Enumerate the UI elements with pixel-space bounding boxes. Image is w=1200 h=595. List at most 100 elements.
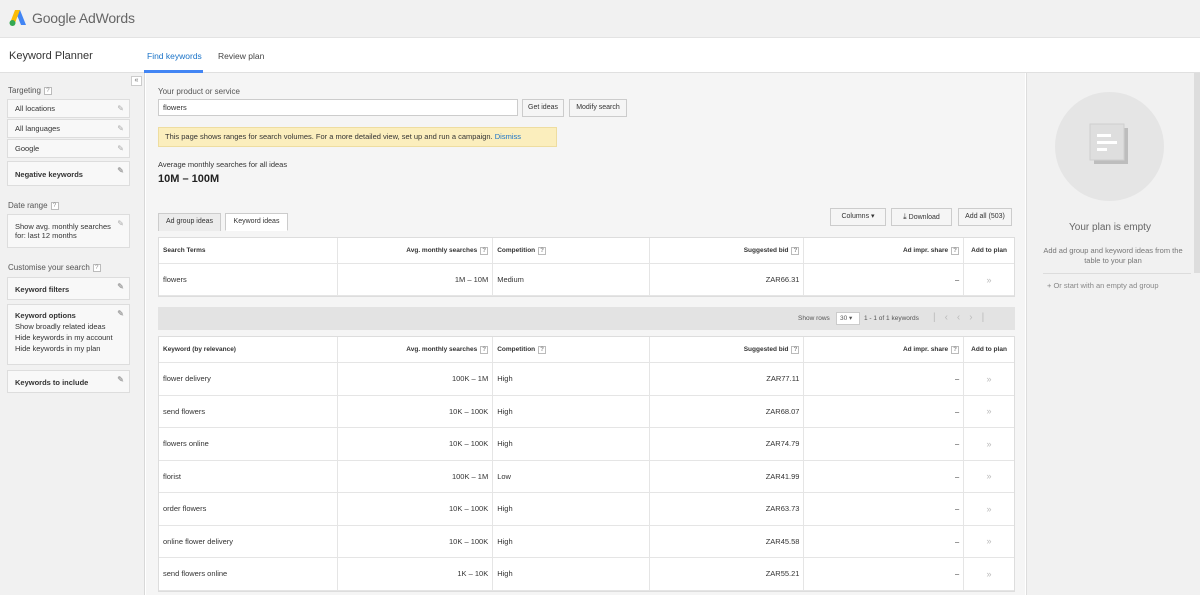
col-suggested-bid[interactable]: Suggested bid? <box>650 238 805 263</box>
tab-keyword-ideas[interactable]: Keyword ideas <box>225 213 288 231</box>
impr-share-cell: – <box>804 525 965 557</box>
col-competition[interactable]: Competition? <box>493 337 650 362</box>
chevron-right-icon: » <box>986 406 992 417</box>
col-competition-label: Competition <box>497 346 536 353</box>
product-label: Your product or service <box>158 87 240 96</box>
col-avg-searches[interactable]: Avg. monthly searches? <box>338 238 494 263</box>
download-button[interactable]: ⤓ Download <box>891 208 952 226</box>
help-icon[interactable]: ? <box>951 246 960 255</box>
col-avg-searches[interactable]: Avg. monthly searches? <box>338 337 494 362</box>
col-suggested-bid[interactable]: Suggested bid? <box>650 337 805 362</box>
chevron-right-icon: » <box>986 471 992 482</box>
avg-searches-cell: 1K – 10K <box>338 558 494 590</box>
notice-text: This page shows ranges for search volume… <box>165 132 493 141</box>
chevron-right-icon: » <box>986 274 992 285</box>
col-add-to-plan: Add to plan <box>971 346 1007 353</box>
rows-per-page-select[interactable]: 30 ▾ <box>836 312 860 325</box>
avg-searches-label: Average monthly searches for all ideas <box>158 160 288 169</box>
avg-searches-cell: 10K – 100K <box>338 525 494 557</box>
download-icon: ⤓ <box>903 212 907 221</box>
tab-find-keywords[interactable]: Find keywords <box>147 51 202 61</box>
add-to-plan-button[interactable]: » <box>964 461 1014 493</box>
pencil-icon[interactable]: ✎ <box>117 375 124 384</box>
keyword-filters[interactable]: Keyword filters ✎ <box>7 277 130 300</box>
option-hide-account: Hide keywords in my account <box>15 333 113 342</box>
adwords-logo[interactable]: Google AdWords <box>9 9 135 27</box>
add-to-plan-button[interactable]: » <box>964 264 1014 295</box>
pencil-icon[interactable]: ✎ <box>117 282 124 291</box>
columns-label: Columns <box>841 213 870 220</box>
help-icon[interactable]: ? <box>480 246 489 255</box>
empty-ad-group-link[interactable]: + Or start with an empty ad group <box>1047 281 1159 290</box>
add-all-button[interactable]: Add all (503) <box>958 208 1012 226</box>
tab-ad-group-ideas[interactable]: Ad group ideas <box>158 213 221 231</box>
location-targeting[interactable]: All locations ✎ <box>7 99 130 118</box>
help-icon[interactable]: ? <box>791 246 800 255</box>
keyword-cell: order flowers <box>159 493 338 525</box>
add-to-plan-button[interactable]: » <box>964 558 1014 590</box>
avg-searches-cell: 100K – 1M <box>338 460 494 492</box>
product-input[interactable]: flowers <box>158 99 518 116</box>
help-icon[interactable]: ? <box>92 263 101 272</box>
keyword-cell: flowers online <box>159 428 338 460</box>
pencil-icon[interactable]: ✎ <box>117 309 124 318</box>
add-to-plan-button[interactable]: » <box>964 526 1014 558</box>
pencil-icon[interactable]: ✎ <box>117 166 124 175</box>
pencil-icon[interactable]: ✎ <box>117 124 124 133</box>
help-icon[interactable]: ? <box>791 345 800 354</box>
help-icon[interactable]: ? <box>538 246 547 255</box>
collapse-sidebar-button[interactable]: « <box>131 76 142 86</box>
keyword-options[interactable]: Keyword options Show broadly related ide… <box>7 304 130 365</box>
get-ideas-button[interactable]: Get ideas <box>522 99 564 117</box>
col-ad-impr-share[interactable]: Ad impr. share? <box>804 238 965 263</box>
columns-button[interactable]: Columns ▾ <box>830 208 886 226</box>
keywords-to-include[interactable]: Keywords to include ✎ <box>7 370 130 393</box>
add-to-plan-button[interactable]: » <box>964 396 1014 428</box>
pencil-icon[interactable]: ✎ <box>117 219 124 228</box>
date-range-selector[interactable]: Show avg. monthly searches for: last 12 … <box>7 214 130 248</box>
bid-cell: ZAR41.99 <box>650 460 805 492</box>
competition-cell: High <box>493 395 650 427</box>
pencil-icon[interactable]: ✎ <box>117 104 124 113</box>
tab-review-plan[interactable]: Review plan <box>218 51 264 61</box>
chevron-right-icon: » <box>986 373 992 384</box>
help-icon[interactable]: ? <box>480 345 489 354</box>
add-to-plan-button[interactable]: » <box>964 428 1014 460</box>
modify-search-button[interactable]: Modify search <box>569 99 627 117</box>
network-targeting[interactable]: Google ✎ <box>7 139 130 158</box>
help-icon[interactable]: ? <box>43 86 52 95</box>
competition-cell: High <box>493 525 650 557</box>
table-row: order flowers 10K – 100K High ZAR63.73– » <box>159 493 1014 526</box>
help-icon[interactable]: ? <box>951 345 960 354</box>
add-to-plan-button[interactable]: » <box>964 363 1014 395</box>
page-title: Keyword Planner <box>9 50 93 62</box>
keyword-cell: send flowers online <box>159 558 338 590</box>
help-icon[interactable]: ? <box>538 345 547 354</box>
range-notice: This page shows ranges for search volume… <box>158 127 557 147</box>
chevron-right-icon: » <box>986 503 992 514</box>
col-ad-impr-share[interactable]: Ad impr. share? <box>804 337 965 362</box>
col-competition[interactable]: Competition? <box>493 238 650 263</box>
dismiss-link[interactable]: Dismiss <box>495 132 521 141</box>
keyword-filters-label: Keyword filters <box>15 285 70 294</box>
pager-nav-icons[interactable]: |‹‹›| <box>933 312 993 323</box>
top-bar: Google AdWords <box>0 0 1200 38</box>
language-targeting[interactable]: All languages ✎ <box>7 119 130 138</box>
negative-keywords-label: Negative keywords <box>15 170 83 179</box>
table-row: florist 100K – 1M Low ZAR41.99– » <box>159 460 1014 493</box>
add-to-plan-button[interactable]: » <box>964 493 1014 525</box>
scrollbar[interactable] <box>1194 73 1200 273</box>
bid-cell: ZAR74.79 <box>650 428 805 460</box>
bid-cell: ZAR66.31 <box>650 264 805 295</box>
negative-keywords[interactable]: Negative keywords ✎ <box>7 161 130 186</box>
keyword-cell: florist <box>159 460 338 492</box>
main-content: Your product or service flowers Get idea… <box>146 73 1025 595</box>
col-search-terms[interactable]: Search Terms <box>159 238 338 263</box>
col-keyword-relevance[interactable]: Keyword (by relevance) <box>159 337 338 362</box>
help-icon[interactable]: ? <box>50 201 59 210</box>
table-row: flowers online 10K – 100K High ZAR74.79– » <box>159 428 1014 461</box>
plan-panel: Your plan is empty Add ad group and keyw… <box>1026 73 1200 595</box>
impr-share-cell: – <box>804 264 965 295</box>
avg-searches-cell: 100K – 1M <box>338 363 494 395</box>
pencil-icon[interactable]: ✎ <box>117 144 124 153</box>
